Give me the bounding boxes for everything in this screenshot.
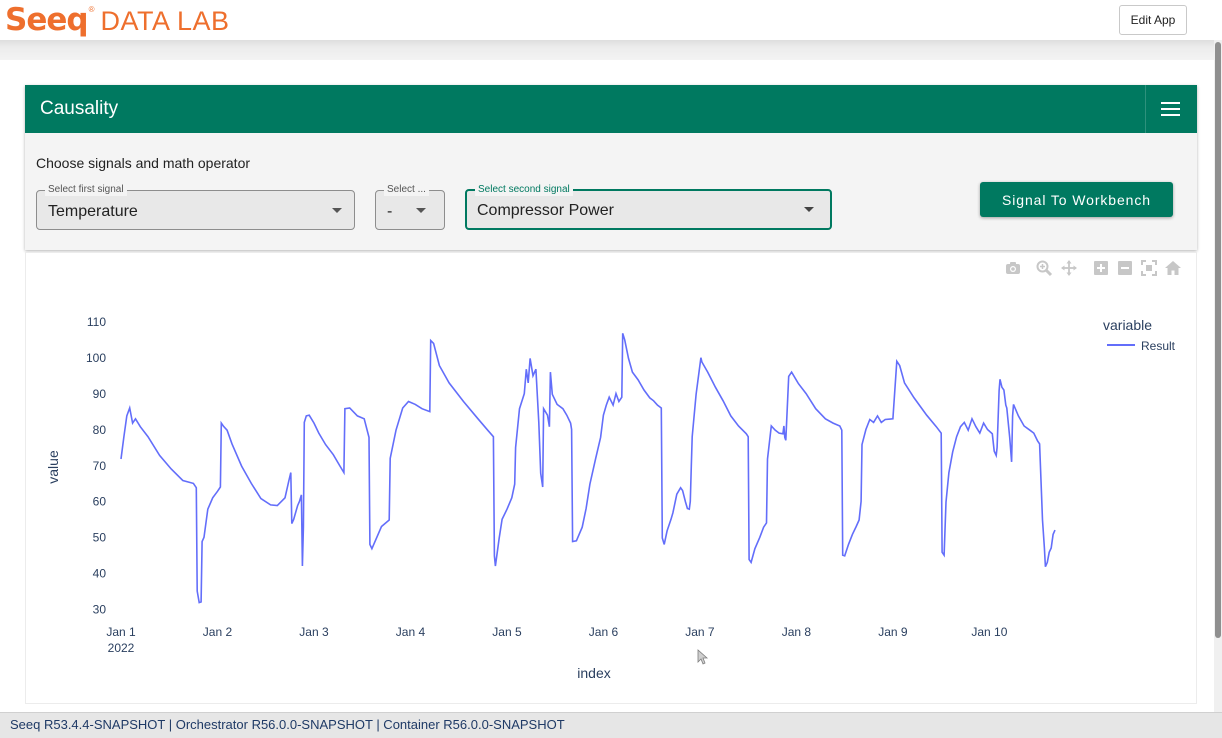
- first-signal-select[interactable]: Select first signal Temperature: [36, 184, 355, 230]
- x-tick-year-label: 2022: [108, 641, 135, 655]
- legend-title: variable: [1103, 317, 1152, 333]
- y-axis-title: value: [45, 450, 61, 484]
- x-axis-title: index: [577, 665, 610, 681]
- x-tick-label: Jan 1: [106, 625, 136, 639]
- first-signal-label: Select first signal: [45, 184, 127, 196]
- x-tick-label: Jan 3: [299, 625, 329, 639]
- x-tick-label: Jan 4: [396, 625, 426, 639]
- hamburger-menu-icon[interactable]: [1158, 97, 1182, 121]
- header-divider: [0, 40, 1214, 60]
- y-tick-label: 110: [87, 315, 106, 329]
- card-title: Causality: [40, 98, 119, 119]
- registered-mark: ®: [88, 5, 95, 14]
- instruction-text: Choose signals and math operator: [36, 155, 251, 171]
- y-tick-label: 80: [93, 423, 107, 437]
- y-tick-label: 60: [93, 495, 107, 509]
- second-signal-value: Compressor Power: [477, 202, 614, 219]
- y-tick-label: 70: [93, 459, 107, 473]
- first-signal-value: Temperature: [48, 203, 138, 220]
- chevron-down-icon: [332, 208, 342, 213]
- line-chart[interactable]: 30 40 50 60 70 80 90 100 110 Jan 1 2022 Jan 2 Jan 3…: [26, 253, 1196, 703]
- y-tick-label: 50: [93, 531, 107, 545]
- chevron-down-icon: [804, 207, 814, 212]
- x-tick-label: Jan 10: [971, 625, 1007, 639]
- logo-data-lab-text: DATA LAB: [100, 6, 230, 36]
- app-logo[interactable]: Seeq ® DATA LAB: [5, 2, 230, 38]
- card-header: Causality: [25, 85, 1197, 133]
- x-tick-label: Jan 6: [589, 625, 619, 639]
- x-tick-label: Jan 2: [203, 625, 233, 639]
- legend-item-result[interactable]: Result: [1141, 339, 1176, 353]
- operator-label: Select ...: [384, 184, 429, 196]
- signal-to-workbench-button[interactable]: Signal To Workbench: [980, 182, 1173, 217]
- x-tick-label: Jan 8: [782, 625, 812, 639]
- menu-divider: [1145, 85, 1146, 133]
- x-tick-label: Jan 5: [492, 625, 522, 639]
- y-tick-label: 100: [86, 351, 106, 365]
- scrollbar-thumb[interactable]: [1215, 42, 1221, 638]
- series-line-result[interactable]: [120, 333, 1056, 604]
- y-tick-label: 40: [93, 567, 107, 581]
- footer-bar: Seeq R53.4.4-SNAPSHOT | Orchestrator R56…: [0, 712, 1222, 738]
- chevron-down-icon: [416, 208, 426, 213]
- edit-app-button[interactable]: Edit App: [1119, 5, 1187, 35]
- logo-seeq-text: Seeq: [5, 2, 89, 38]
- operator-select[interactable]: Select ... -: [375, 184, 445, 230]
- second-signal-label: Select second signal: [475, 184, 573, 196]
- y-tick-label: 30: [93, 602, 107, 616]
- x-tick-label: Jan 9: [878, 625, 908, 639]
- page-scrollbar[interactable]: [1214, 40, 1222, 712]
- causality-card: Causality Choose signals and math operat…: [25, 85, 1197, 250]
- operator-value: -: [387, 203, 393, 220]
- mouse-cursor-icon: [697, 649, 709, 665]
- top-bar: Seeq ® DATA LAB Edit App: [0, 0, 1222, 40]
- y-tick-label: 90: [93, 387, 107, 401]
- version-text: Seeq R53.4.4-SNAPSHOT | Orchestrator R56…: [10, 717, 565, 732]
- second-signal-select[interactable]: Select second signal Compressor Power: [465, 184, 832, 230]
- chart-panel: 30 40 50 60 70 80 90 100 110 Jan 1 2022 Jan 2 Jan 3…: [25, 252, 1197, 704]
- x-tick-label: Jan 7: [685, 625, 715, 639]
